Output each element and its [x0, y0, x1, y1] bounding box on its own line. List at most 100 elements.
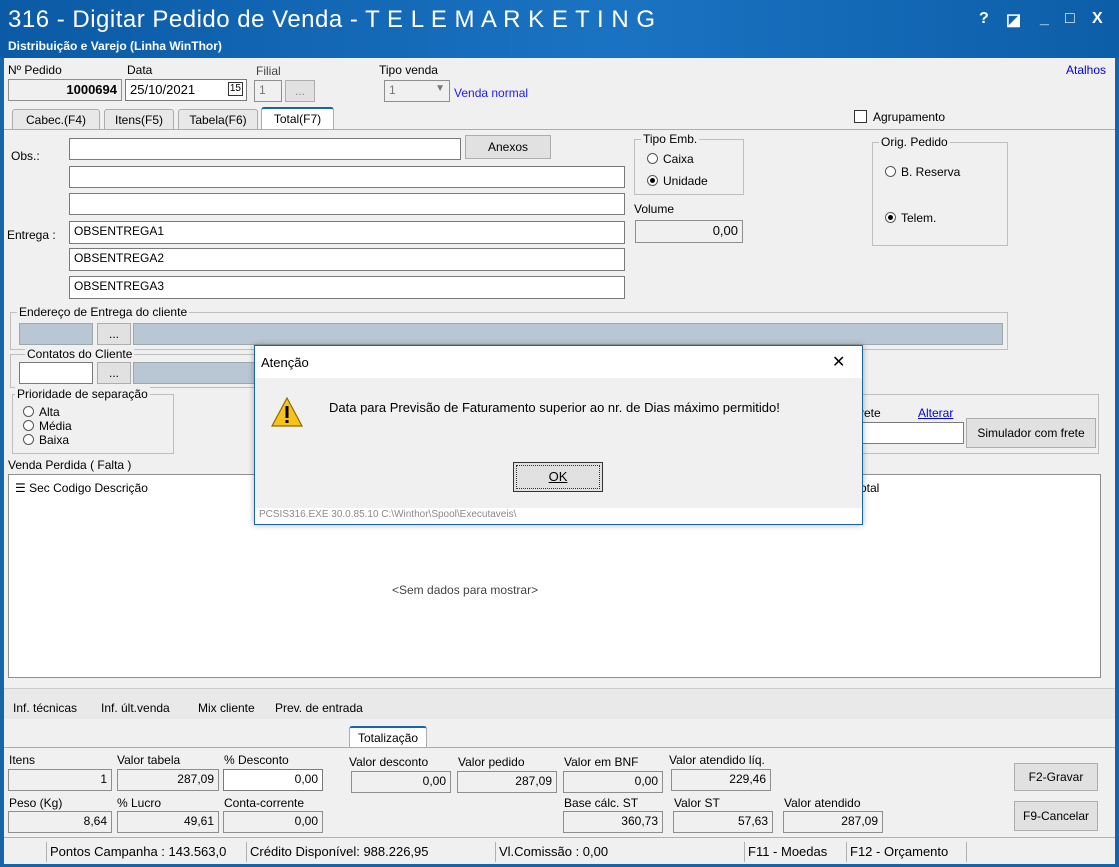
data-value: 25/10/2021: [130, 82, 196, 97]
valor-atendido-label: Valor atendido: [784, 796, 861, 810]
telem-label: Telem.: [901, 211, 937, 225]
agrupamento-label: Agrupamento: [873, 110, 946, 124]
valor-atendido-liq-field: 229,46: [671, 769, 771, 791]
radio-b-reserva[interactable]: B. Reserva: [885, 165, 960, 179]
radio-baixa[interactable]: Baixa: [23, 433, 69, 447]
alterar-link[interactable]: Alterar: [918, 406, 953, 420]
filial-field: 1: [254, 80, 282, 102]
media-label: Média: [39, 419, 72, 433]
tab-totalizacao[interactable]: Totalização: [349, 726, 427, 748]
entrega-field-3[interactable]: OBSENTREGA3: [69, 276, 625, 299]
warning-icon: [270, 396, 304, 427]
status-bar: Pontos Campanha : 143.563,0 Crédito Disp…: [4, 837, 1115, 864]
radio-off-icon: [885, 166, 896, 177]
data-field[interactable]: 25/10/2021 15: [125, 79, 247, 101]
close-icon[interactable]: X: [1092, 10, 1103, 28]
volume-label: Volume: [634, 202, 675, 216]
inf-tecnicas-link[interactable]: Inf. técnicas: [13, 701, 77, 715]
valor-bnf-field: 0,00: [563, 771, 663, 793]
obs-field-3[interactable]: [69, 193, 625, 215]
help-icon[interactable]: ?: [979, 10, 989, 28]
peso-label: Peso (Kg): [9, 796, 63, 810]
prioridade-group: Prioridade de separação Alta Média Baixa: [12, 387, 174, 454]
valor-desconto-label: Valor desconto: [349, 755, 429, 769]
mix-cliente-link[interactable]: Mix cliente: [198, 701, 255, 715]
valor-atendido-field: 287,09: [783, 811, 883, 833]
itens-label: Itens: [9, 753, 36, 767]
gravar-button[interactable]: F2-Gravar: [1014, 763, 1098, 791]
endereco-code-field: [19, 323, 93, 345]
anexos-button[interactable]: Anexos: [465, 135, 551, 159]
endereco-title: Endereço de Entrega do cliente: [17, 305, 190, 319]
radio-off-icon: [23, 406, 34, 417]
dialog-close-icon[interactable]: ✕: [832, 352, 845, 372]
ok-button[interactable]: OK: [513, 462, 603, 492]
endereco-lookup-button[interactable]: ...: [97, 323, 131, 345]
simulador-frete-button[interactable]: Simulador com frete: [966, 418, 1096, 448]
tab-tabela[interactable]: Tabela(F6): [178, 109, 258, 130]
contatos-code-field[interactable]: [19, 362, 93, 384]
volume-field: 0,00: [635, 220, 743, 243]
valor-atendido-liq-label: Valor atendido líq.: [669, 753, 765, 767]
valor-desconto-field: 0,00: [351, 771, 451, 793]
inf-ult-venda-link[interactable]: Inf. últ.venda: [101, 701, 170, 715]
base-st-label: Base cálc. ST: [564, 796, 639, 810]
radio-off-icon: [23, 434, 34, 445]
radio-on-icon: [647, 175, 658, 186]
radio-caixa[interactable]: Caixa: [647, 152, 694, 166]
radio-alta[interactable]: Alta: [23, 405, 60, 419]
status-orcamento[interactable]: F12 - Orçamento: [846, 842, 967, 862]
caixa-label: Caixa: [663, 152, 694, 166]
obs-label: Obs.:: [11, 149, 40, 163]
tab-itens[interactable]: Itens(F5): [104, 109, 174, 130]
desconto-pct-field[interactable]: 0,00: [223, 769, 323, 791]
dialog-footer: PCSIS316.EXE 30.0.85.10 C:\Winthor\Spool…: [259, 509, 517, 520]
peso-field: 8,64: [8, 811, 112, 833]
totalizacao-divider: [4, 747, 1115, 748]
grid-header: ☰ Sec Codigo Descrição: [15, 481, 148, 495]
col-sec[interactable]: Sec: [29, 481, 50, 495]
base-st-field: 360,73: [563, 811, 663, 833]
tipo-venda-select[interactable]: 1 ▼: [384, 80, 450, 102]
lucro-field: 49,61: [117, 811, 219, 833]
entrega-label: Entrega :: [7, 228, 56, 242]
radio-media[interactable]: Média: [23, 419, 72, 433]
window-title: 316 - Digitar Pedido de Venda - T E L E …: [8, 6, 656, 33]
restore-icon[interactable]: ◪: [1006, 10, 1021, 30]
col-descricao[interactable]: Descrição: [95, 481, 148, 495]
dialog-titlebar: Atenção ✕: [255, 346, 862, 378]
calendar-icon[interactable]: 15: [227, 82, 243, 96]
tab-total[interactable]: Total(F7): [261, 107, 334, 130]
obs-field-1[interactable]: [69, 138, 461, 160]
dialog-body: Data para Previsão de Faturamento superi…: [255, 378, 862, 508]
filial-lookup-button: ...: [285, 80, 315, 102]
status-moedas[interactable]: F11 - Moedas: [744, 842, 848, 862]
tab-cabec[interactable]: Cabec.(F4): [12, 109, 100, 130]
cancelar-button[interactable]: F9-Cancelar: [1014, 801, 1098, 831]
bottom-links-bar: Inf. técnicas Inf. últ.venda Mix cliente…: [4, 688, 1115, 719]
maximize-icon[interactable]: □: [1065, 10, 1075, 28]
contatos-title: Contatos do Cliente: [25, 347, 135, 361]
prev-entrada-link[interactable]: Prev. de entrada: [275, 701, 363, 715]
valor-st-field: 57,63: [673, 811, 773, 833]
frete-field[interactable]: [860, 422, 964, 444]
valor-pedido-field: 287,09: [457, 771, 557, 793]
grid-menu-icon[interactable]: ☰: [15, 481, 26, 495]
radio-off-icon: [23, 420, 34, 431]
tipo-emb-group: Tipo Emb. Caixa Unidade: [634, 132, 744, 195]
obs-field-2[interactable]: [69, 166, 625, 188]
entrega-field-2[interactable]: OBSENTREGA2: [69, 248, 625, 271]
checkbox-box-icon: [854, 110, 867, 123]
contatos-lookup-button[interactable]: ...: [97, 362, 131, 384]
agrupamento-checkbox[interactable]: Agrupamento: [854, 110, 945, 124]
radio-unidade[interactable]: Unidade: [647, 174, 708, 188]
col-codigo[interactable]: Codigo: [53, 481, 91, 495]
nr-pedido-field[interactable]: 1000694: [8, 79, 122, 101]
radio-telem[interactable]: Telem.: [885, 211, 936, 225]
grid-empty-message: <Sem dados para mostrar>: [392, 583, 539, 597]
radio-off-icon: [647, 153, 658, 164]
atalhos-link[interactable]: Atalhos: [1066, 63, 1106, 77]
tab-divider: [4, 129, 1115, 130]
entrega-field-1[interactable]: OBSENTREGA1: [69, 221, 625, 244]
minimize-icon[interactable]: _: [1040, 10, 1049, 28]
